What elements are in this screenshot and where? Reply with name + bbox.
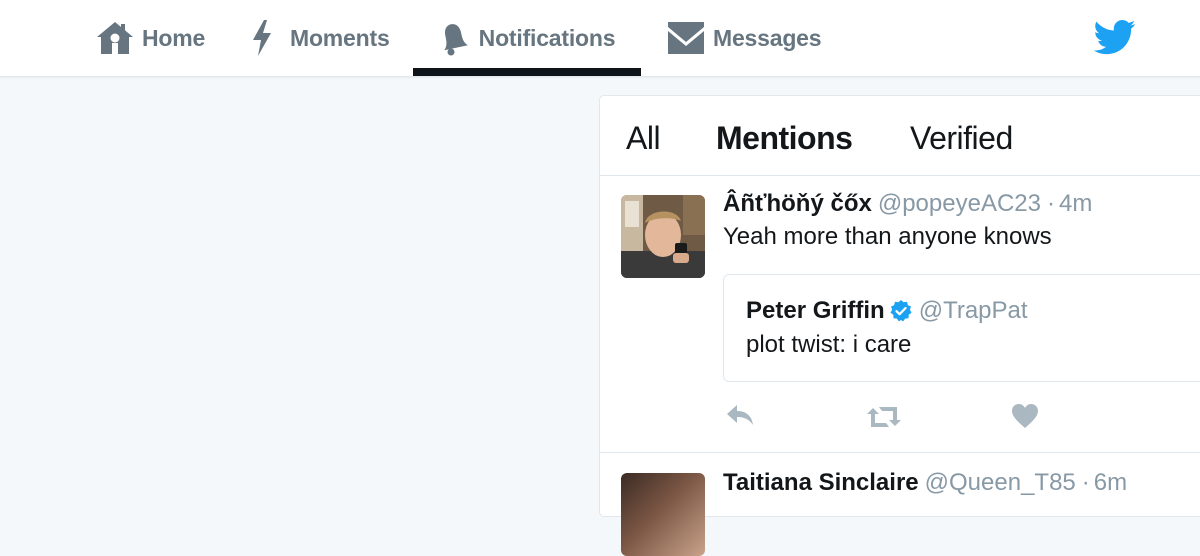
tweet-item[interactable]: Âñťhöňý čőx @popeyeAC23 · 4m Yeah more than… [600, 176, 1200, 453]
quoted-author-name: Peter Griffin [746, 297, 885, 324]
tab-verified[interactable]: Verified [910, 120, 1013, 157]
nav-label-messages: Messages [713, 24, 822, 51]
home-icon [97, 22, 133, 54]
nav-label-home: Home [142, 24, 206, 51]
nav-label-moments: Moments [290, 24, 390, 51]
notification-tabs: All Mentions Verified [600, 96, 1200, 176]
quoted-tweet[interactable]: Peter Griffin @TrapPat plot twist: i car… [723, 274, 1200, 382]
avatar[interactable] [621, 473, 705, 556]
nav-item-moments[interactable]: Moments [252, 0, 390, 76]
tab-mentions[interactable]: Mentions [716, 120, 853, 157]
envelope-icon [668, 22, 704, 54]
tweet-actions [723, 401, 1123, 431]
quoted-author-handle: @TrapPat [918, 297, 1028, 324]
tweet-header: Âñťhöňý čőx @popeyeAC23 · 4m [723, 190, 1092, 218]
top-navigation-bar: Home Moments Notifications Messages [0, 0, 1200, 77]
twitter-bird-icon[interactable] [1094, 16, 1136, 58]
tweet-timestamp[interactable]: 4m [1059, 190, 1092, 217]
separator-dot: · [1046, 190, 1055, 217]
nav-item-notifications[interactable]: Notifications [413, 0, 641, 76]
avatar[interactable] [621, 195, 705, 278]
retweet-icon[interactable] [866, 404, 902, 430]
tab-all[interactable]: All [626, 120, 661, 157]
nav-item-home[interactable]: Home [96, 0, 205, 76]
nav-item-messages[interactable]: Messages [667, 0, 822, 76]
verified-badge-icon [890, 300, 912, 322]
tweet-author-name[interactable]: Âñťhöňý čőx [723, 190, 872, 217]
lightning-icon [253, 20, 271, 56]
bell-icon [443, 24, 468, 56]
reply-icon[interactable] [725, 403, 755, 427]
tweet-header: Taitiana Sinclaire @Queen_T85 · 6m [723, 469, 1127, 497]
notifications-card: All Mentions Verified Âñťhöňý čőx @popeye… [599, 95, 1200, 556]
nav-label-notifications: Notifications [478, 24, 616, 51]
tweet-text: Yeah more than anyone knows [723, 223, 1052, 250]
quoted-tweet-text: plot twist: i care [746, 331, 912, 358]
quoted-tweet-header: Peter Griffin @TrapPat [746, 297, 1028, 325]
avatar-photo [621, 195, 705, 278]
tweet-item[interactable]: Taitiana Sinclaire @Queen_T85 · 6m [600, 453, 1200, 556]
like-icon[interactable] [1011, 403, 1039, 429]
active-tab-indicator [413, 68, 641, 76]
tweet-author-handle[interactable]: @popeyeAC23 [878, 190, 1041, 217]
